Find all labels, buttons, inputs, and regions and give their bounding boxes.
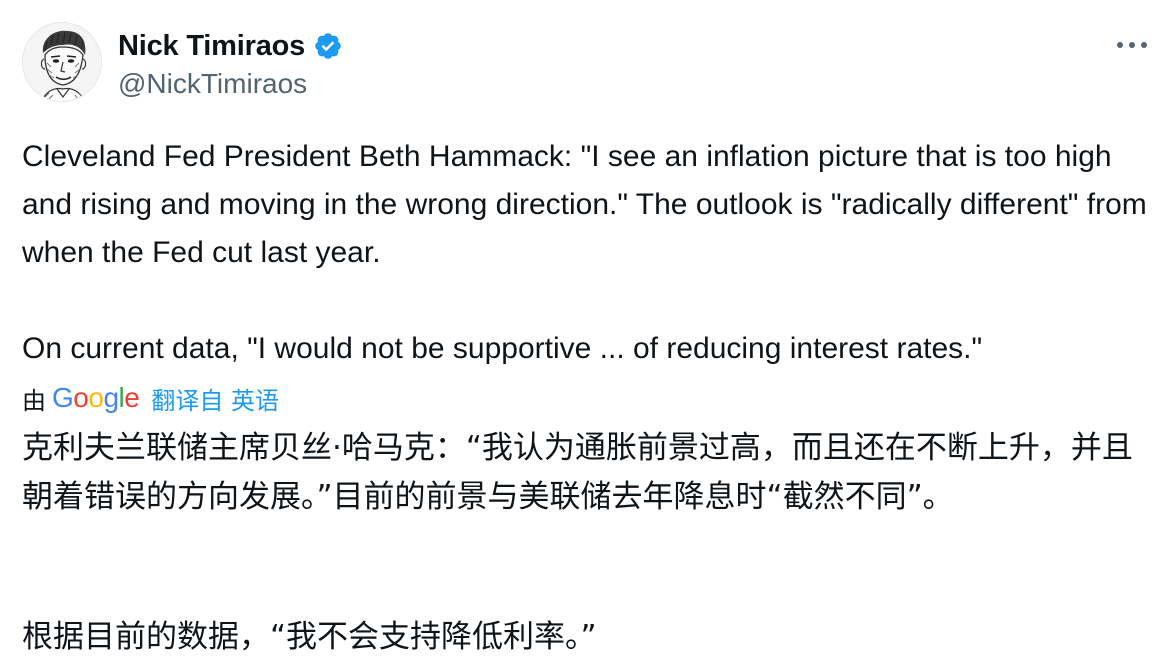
more-options-button[interactable] bbox=[1112, 30, 1152, 60]
verified-badge-icon bbox=[313, 31, 343, 61]
author-handle[interactable]: @NickTimiraos bbox=[118, 68, 307, 100]
translated-paragraph-1: 克利夫兰联储主席贝丝·哈马克：“我认为通胀前景过高，而且还在不断上升，并且朝着错… bbox=[22, 430, 1133, 515]
author-display-name[interactable]: Nick Timiraos bbox=[118, 30, 305, 63]
google-logo: Google bbox=[52, 382, 140, 413]
translation-prefix: 由 bbox=[22, 386, 46, 415]
tweet-card: Nick Timiraos @NickTimiraos Cleveland Fe… bbox=[0, 0, 1170, 666]
avatar[interactable] bbox=[22, 22, 102, 102]
more-horizontal-icon bbox=[1117, 42, 1147, 48]
translation-attribution: 由 Google 翻译自 英语 bbox=[22, 378, 279, 418]
translated-from-link[interactable]: 翻译自 英语 bbox=[151, 381, 279, 416]
author-name-row: Nick Timiraos bbox=[118, 26, 343, 66]
translated-paragraph-2: 根据目前的数据，“我不会支持降低利率。” bbox=[22, 619, 597, 655]
sketch-portrait-avatar-icon bbox=[23, 23, 101, 101]
tweet-paragraph-2: On current data, "I would not be support… bbox=[22, 332, 983, 365]
tweet-paragraph-1: Cleveland Fed President Beth Hammack: "I… bbox=[22, 140, 1147, 269]
